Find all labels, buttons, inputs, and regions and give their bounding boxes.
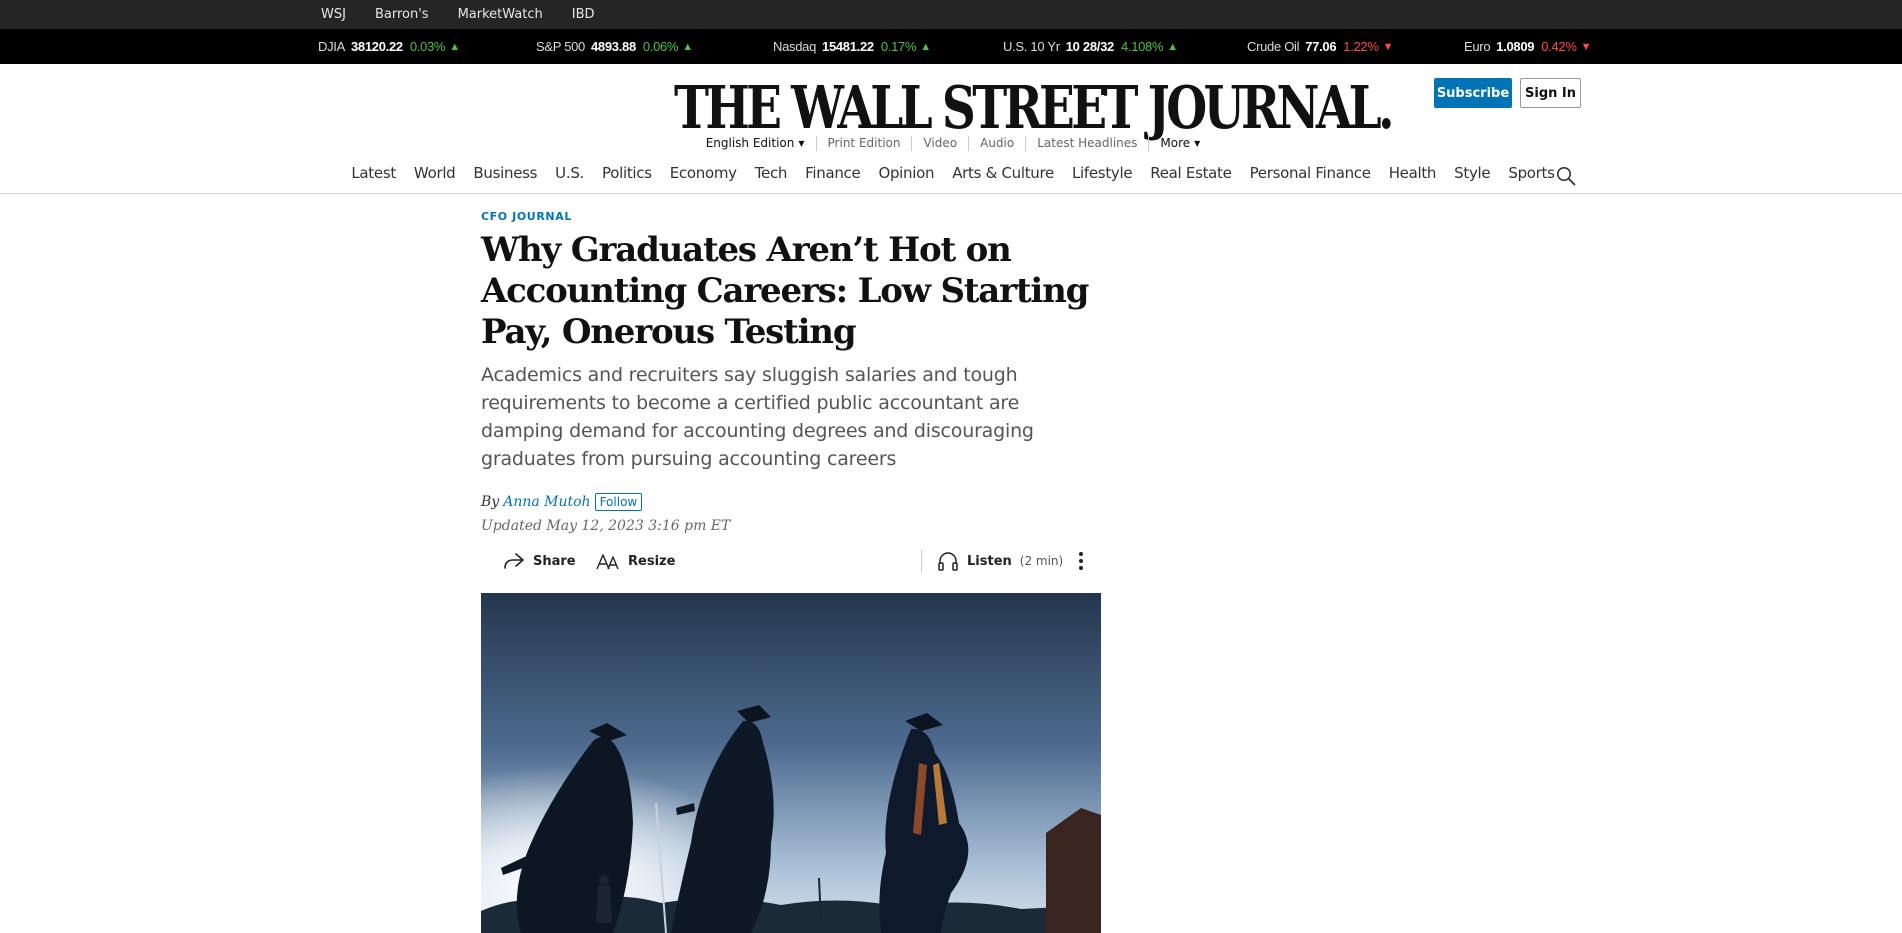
ticker-item-us10yr[interactable]: U.S. 10 Yr 10 28/32 4.108% ▲ <box>1003 29 1178 64</box>
nav-item-lifestyle[interactable]: Lifestyle <box>1072 164 1133 182</box>
nav-item-health[interactable]: Health <box>1389 164 1437 182</box>
ticker-value: 10 28/32 <box>1065 39 1115 54</box>
audio-link[interactable]: Audio <box>968 136 1025 151</box>
brand-link-barrons[interactable]: Barron's <box>375 7 429 22</box>
ticker-name: Nasdaq <box>773 39 817 54</box>
nav-item-business[interactable]: Business <box>473 164 537 182</box>
byline-prefix: By <box>481 494 500 510</box>
up-arrow-icon: ▲ <box>1167 40 1178 53</box>
ticker-item-nasdaq[interactable]: Nasdaq 15481.22 0.17% ▲ <box>773 29 931 64</box>
more-options-icon[interactable] <box>1071 550 1091 572</box>
listen-label: Listen <box>967 553 1012 569</box>
ticker-name: S&P 500 <box>536 39 585 54</box>
up-arrow-icon: ▲ <box>449 40 460 53</box>
ticker-change: 0.42% <box>1541 39 1577 54</box>
brand-link-marketwatch[interactable]: MarketWatch <box>458 7 543 22</box>
listen-button[interactable]: Listen (2 min) <box>937 544 1063 578</box>
headphones-icon <box>938 552 958 571</box>
nav-item-arts-culture[interactable]: Arts & Culture <box>952 164 1054 182</box>
nav-item-sports[interactable]: Sports <box>1508 164 1555 182</box>
sign-in-button[interactable]: Sign In <box>1520 78 1581 108</box>
article-dek: Academics and recruiters say sluggish sa… <box>481 364 1034 470</box>
graduates-silhouette-image <box>481 593 1101 933</box>
ticker-value: 4893.88 <box>590 39 636 54</box>
toolbar-divider <box>921 550 922 572</box>
print-edition-link[interactable]: Print Edition <box>815 136 912 151</box>
nav-item-us[interactable]: U.S. <box>555 164 584 182</box>
brand-links: WSJ Barron's MarketWatch IBD <box>321 0 624 29</box>
nav-item-real-estate[interactable]: Real Estate <box>1150 164 1232 182</box>
edition-label: English Edition <box>705 136 795 150</box>
ticker-name: Euro <box>1464 39 1491 54</box>
share-icon <box>504 553 524 569</box>
dot <box>1079 566 1083 570</box>
article-photo[interactable] <box>481 593 1101 933</box>
share-label: Share <box>533 553 576 569</box>
ticker-change: 0.06% <box>642 39 679 54</box>
resize-label: Resize <box>628 553 676 569</box>
headline: Why Graduates Aren’t Hot on Accounting C… <box>481 230 1089 352</box>
ticker-change: 0.17% <box>880 39 917 54</box>
ticker-item-sp500[interactable]: S&P 500 4893.88 0.06% ▲ <box>536 29 693 64</box>
ticker-change: 0.03% <box>409 39 446 54</box>
ticker-name: U.S. 10 Yr <box>1003 39 1060 54</box>
caret-down-icon: ▼ <box>798 139 805 148</box>
follow-author-button[interactable]: Follow <box>594 493 643 511</box>
brand-bar: WSJ Barron's MarketWatch IBD <box>0 0 1902 29</box>
listen-duration: (2 min) <box>1019 554 1064 568</box>
ticker-value: 15481.22 <box>822 39 874 54</box>
brand-link-ibd[interactable]: IBD <box>572 7 595 22</box>
up-arrow-icon: ▲ <box>682 40 693 53</box>
nav-item-opinion[interactable]: Opinion <box>878 164 934 182</box>
nav-item-latest[interactable]: Latest <box>351 164 396 182</box>
share-button[interactable]: Share <box>503 544 576 578</box>
ticker-item-crude-oil[interactable]: Crude Oil 77.06 1.22% ▼ <box>1247 29 1394 64</box>
nav-item-finance[interactable]: Finance <box>805 164 861 182</box>
latest-headlines-link[interactable]: Latest Headlines <box>1025 136 1148 151</box>
dot <box>1079 552 1083 556</box>
nav-item-personal-finance[interactable]: Personal Finance <box>1250 164 1371 182</box>
video-link[interactable]: Video <box>911 136 968 151</box>
author-link[interactable]: Anna Mutoh <box>503 494 590 510</box>
down-arrow-icon: ▼ <box>1580 40 1592 53</box>
ticker-name: DJIA <box>318 39 345 54</box>
article-toolbar: Share Resize Listen (2 min) <box>481 544 1101 578</box>
market-ticker: DJIA 38120.22 0.03% ▲ S&P 500 4893.88 0.… <box>0 29 1902 64</box>
search-icon[interactable] <box>1556 166 1576 186</box>
section-nav: Latest World Business U.S. Politics Econ… <box>0 164 1902 182</box>
more-menu[interactable]: More ▼ <box>1148 136 1211 151</box>
nav-item-tech[interactable]: Tech <box>755 164 788 182</box>
ticker-name: Crude Oil <box>1247 39 1300 54</box>
more-label: More <box>1160 136 1191 150</box>
brand-link-wsj[interactable]: WSJ <box>321 7 346 22</box>
nav-item-economy[interactable]: Economy <box>670 164 737 182</box>
byline: By Anna Mutoh Follow <box>481 493 643 511</box>
ticker-value: 1.0809 <box>1496 39 1535 54</box>
article: CFO JOURNAL Why Graduates Aren’t Hot on … <box>481 210 1101 933</box>
wsj-logo[interactable]: THE WALL STREET JOURNAL. <box>674 74 1395 143</box>
subscribe-button[interactable]: Subscribe <box>1434 78 1512 108</box>
text-resize-icon <box>596 554 619 570</box>
nav-item-style[interactable]: Style <box>1454 164 1490 182</box>
ticker-change: 1.22% <box>1343 39 1379 54</box>
dot <box>1079 559 1083 563</box>
ticker-item-djia[interactable]: DJIA 38120.22 0.03% ▲ <box>318 29 460 64</box>
updated-timestamp: Updated May 12, 2023 3:16 pm ET <box>481 518 731 534</box>
section-flag[interactable]: CFO JOURNAL <box>481 210 1101 223</box>
caret-down-icon: ▼ <box>1194 139 1201 148</box>
masthead: THE WALL STREET JOURNAL. Subscribe Sign … <box>0 64 1902 194</box>
edition-links: English Edition ▼ Print Edition Video Aud… <box>0 136 1902 151</box>
nav-item-world[interactable]: World <box>414 164 456 182</box>
edition-selector[interactable]: English Edition ▼ <box>695 136 816 151</box>
ticker-change: 4.108% <box>1120 39 1164 54</box>
ticker-item-euro[interactable]: Euro 1.0809 0.42% ▼ <box>1464 29 1591 64</box>
nav-item-politics[interactable]: Politics <box>602 164 652 182</box>
resize-button[interactable]: Resize <box>596 544 675 578</box>
up-arrow-icon: ▲ <box>920 40 931 53</box>
down-arrow-icon: ▼ <box>1382 40 1394 53</box>
ticker-value: 38120.22 <box>350 39 403 54</box>
ticker-value: 77.06 <box>1305 39 1337 54</box>
